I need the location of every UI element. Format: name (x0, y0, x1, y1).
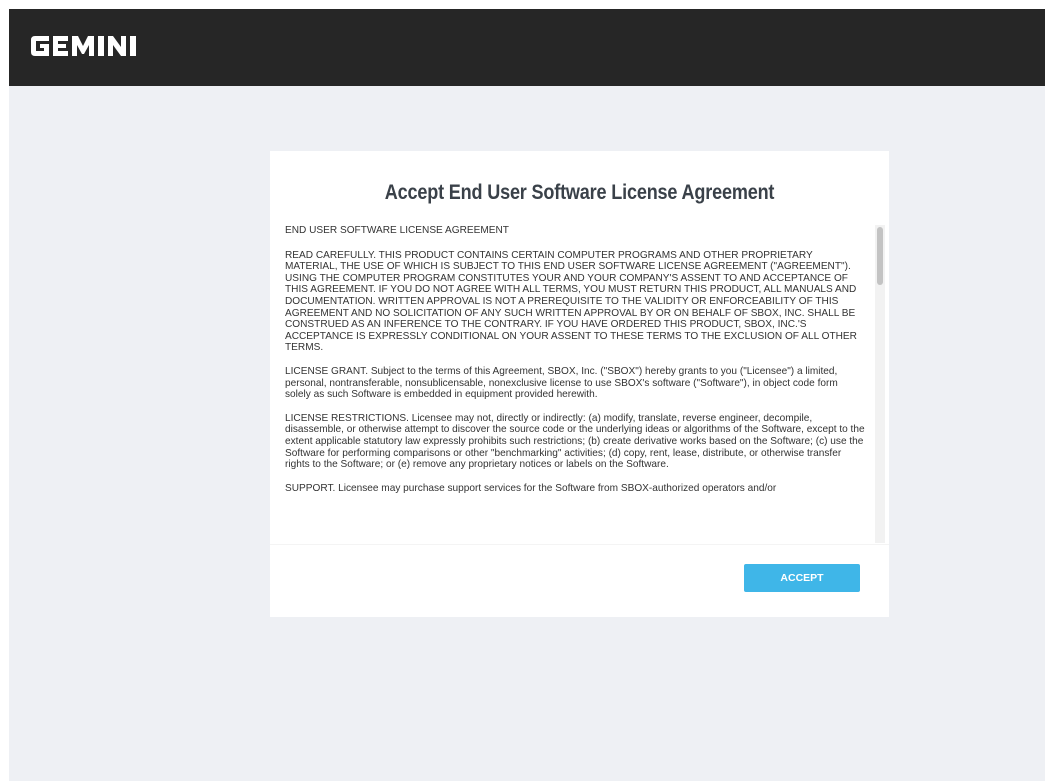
license-paragraph: SUPPORT. Licensee may purchase support s… (285, 482, 777, 494)
dialog-title: Accept End User Software License Agreeme… (384, 181, 775, 204)
app-frame: Accept End User Software License Agreeme… (9, 9, 1045, 781)
license-text-area[interactable]: END USER SOFTWARE LICENSE AGREEMENT READ… (270, 219, 875, 544)
divider (270, 544, 889, 545)
top-bar (9, 9, 1045, 86)
license-heading: END USER SOFTWARE LICENSE AGREEMENT (285, 225, 509, 236)
scrollbar-thumb[interactable] (877, 227, 883, 285)
license-text: END USER SOFTWARE LICENSE AGREEMENT READ… (285, 225, 865, 506)
license-paragraph: READ CAREFULLY. THIS PRODUCT CONTAINS CE… (285, 249, 857, 354)
license-paragraph: LICENSE RESTRICTIONS. Licensee may not, … (285, 412, 865, 471)
scrollbar-track[interactable] (875, 225, 885, 543)
accept-button[interactable]: ACCEPT (744, 564, 860, 592)
license-paragraph: LICENSE GRANT. Subject to the terms of t… (285, 365, 838, 401)
license-dialog: Accept End User Software License Agreeme… (270, 151, 889, 617)
gemini-logo[interactable] (31, 36, 149, 56)
